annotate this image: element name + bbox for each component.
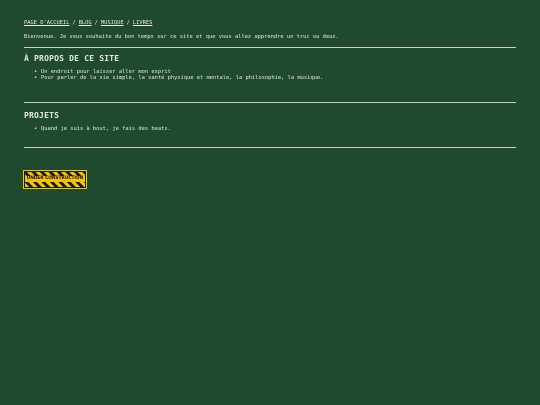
about-heading: À PROPOS DE CE SITE (24, 53, 120, 63)
page-content: PAGE D'ACCUEIL / BLOG / MUSIQUE / LIVRES Bienv… (23, 0, 516, 189)
nav-separator: / (72, 20, 76, 26)
top-navigation: PAGE D'ACCUEIL / BLOG / MUSIQUE / LIVRES (24, 20, 516, 27)
bullet-icon: • (34, 126, 38, 132)
nav-separator: / (126, 20, 130, 26)
intro-text: Bienvenue. Je vous souhaite du bon temps… (24, 33, 339, 40)
divider (24, 46, 516, 48)
projects-list: • Quand je suis à bout, je fais des beats… (24, 126, 516, 133)
nav-link-home[interactable]: PAGE D'ACCUEIL (24, 20, 69, 26)
list-item: • Quand je suis à bout, je fais des beats… (34, 126, 516, 133)
list-item-text: Un endroit pour laisser aller mon esprit (41, 68, 171, 75)
under-construction-badge: UNDER CONSTRUCTION (23, 169, 87, 189)
under-construction-label: UNDER CONSTRUCTION (24, 176, 86, 183)
list-item-text: Quand je suis à bout, je fais des beats. (41, 126, 171, 132)
nav-link-books[interactable]: LIVRES (133, 20, 152, 26)
divider (24, 102, 516, 103)
about-list: • Un endroit pour laisser aller mon espri… (24, 69, 516, 83)
projects-heading: PROJETS (24, 111, 60, 120)
list-item-text: Pour parler de la vie simple, la santé p… (41, 75, 324, 82)
bullet-icon: • (34, 68, 38, 75)
nav-link-blog[interactable]: BLOG (79, 20, 92, 26)
nav-link-music[interactable]: MUSIQUE (101, 20, 124, 26)
list-item: • Pour parler de la vie simple, la santé … (34, 75, 516, 82)
nav-separator: / (94, 20, 98, 26)
bullet-icon: • (34, 75, 38, 82)
divider (24, 146, 516, 148)
